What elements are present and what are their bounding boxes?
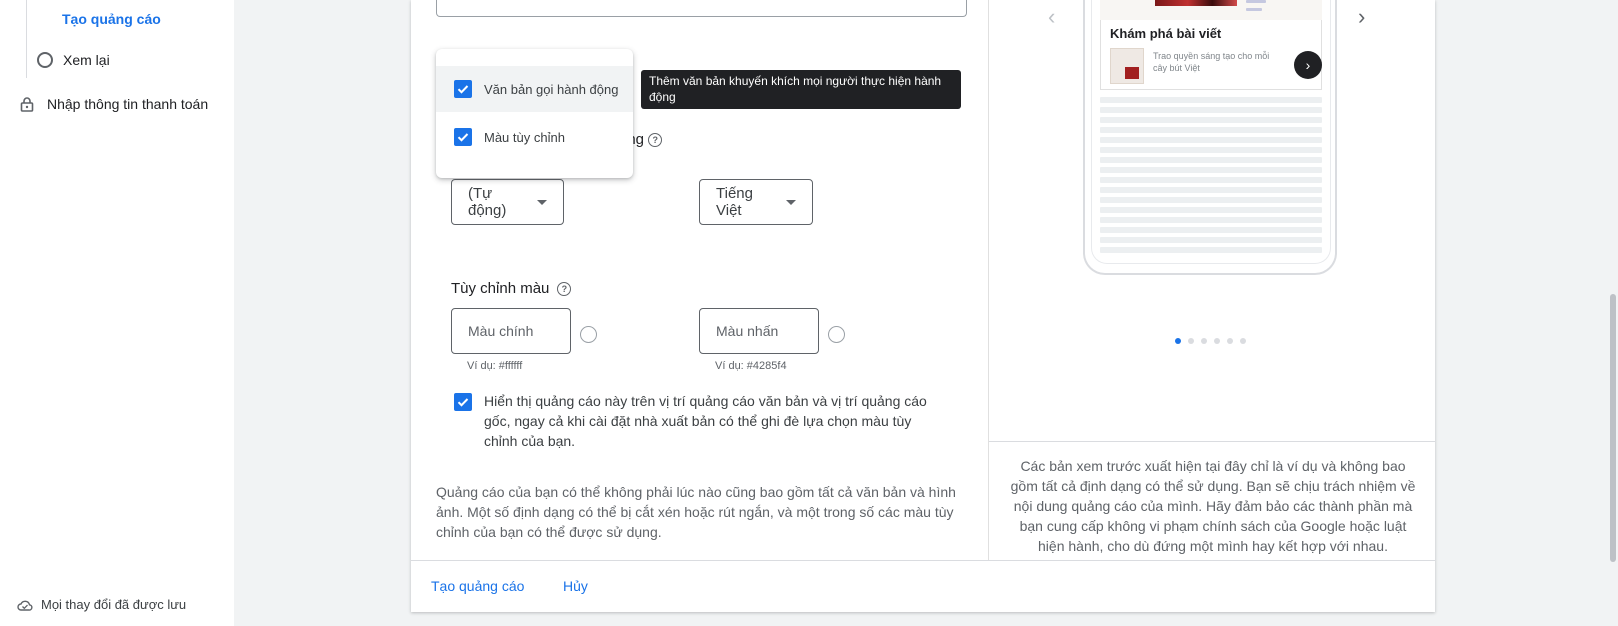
pagination-dot[interactable] bbox=[1175, 338, 1181, 344]
phone-screen: Khám phá bài viết Trao quyền sáng tạo ch… bbox=[1091, 0, 1331, 264]
left-sidebar: Tạo quảng cáo Xem lại Nhập thông tin tha… bbox=[0, 0, 234, 626]
pagination-dot[interactable] bbox=[1214, 338, 1220, 344]
color-section-title: Tùy chỉnh màu ? bbox=[451, 280, 572, 297]
placeholder-line bbox=[1100, 237, 1322, 243]
create-ad-button[interactable]: Tạo quảng cáo bbox=[431, 578, 524, 594]
cta-text-select[interactable]: (Tự động) bbox=[451, 179, 564, 225]
menu-item-custom-color-label: Màu tùy chỉnh bbox=[484, 129, 565, 145]
step-circle-icon bbox=[37, 52, 53, 68]
ad-title: Khám phá bài viết bbox=[1110, 26, 1222, 41]
main-color-hint: Ví dụ: #ffffff bbox=[467, 360, 523, 372]
language-select[interactable]: Tiếng Việt bbox=[699, 179, 813, 225]
ad-image bbox=[1100, 0, 1322, 20]
placeholder-line bbox=[1100, 107, 1322, 113]
ad-thumbnail-image bbox=[1125, 67, 1139, 79]
next-preview-icon[interactable]: › bbox=[1358, 4, 1365, 30]
main-color-placeholder: Màu chính bbox=[468, 323, 534, 339]
placeholder-line bbox=[1100, 137, 1322, 143]
custom-color-checkbox[interactable] bbox=[454, 128, 472, 146]
ad-preview-box: Khám phá bài viết Trao quyền sáng tạo ch… bbox=[1100, 20, 1322, 90]
menu-tooltip: Thêm văn bản khuyến khích mọi người thực… bbox=[641, 70, 961, 109]
sidebar-item-payment-label: Nhập thông tin thanh toán bbox=[47, 96, 209, 112]
save-status: Mọi thay đổi đã được lưu bbox=[17, 597, 186, 612]
text-input-field[interactable] bbox=[436, 0, 967, 17]
cta-text-select-value: (Tự động) bbox=[468, 185, 507, 219]
ad-format-note: Quảng cáo của bạn có thể không phải lúc … bbox=[436, 484, 956, 540]
ad-photo bbox=[1155, 0, 1237, 6]
ad-thumbnail bbox=[1110, 48, 1144, 84]
placeholder-line bbox=[1100, 177, 1322, 183]
pagination-dot[interactable] bbox=[1201, 338, 1207, 344]
placeholder-line bbox=[1100, 147, 1322, 153]
accent-color-placeholder: Màu nhấn bbox=[716, 323, 779, 339]
dropdown-arrow-icon bbox=[537, 199, 547, 205]
placeholder-line bbox=[1100, 217, 1322, 223]
options-menu: Văn bản gọi hành động Màu tùy chỉnh bbox=[436, 49, 633, 178]
placeholder-line bbox=[1100, 247, 1322, 253]
sidebar-item-review-label: Xem lại bbox=[63, 52, 110, 68]
dropdown-arrow-icon bbox=[786, 199, 796, 205]
ad-subtitle: Trao quyền sáng tạo cho mỗi cây bút Việt bbox=[1153, 51, 1270, 73]
pagination-dot[interactable] bbox=[1240, 338, 1246, 344]
page-scrollbar[interactable] bbox=[1610, 294, 1616, 562]
checkmark-icon bbox=[457, 133, 469, 142]
placeholder-line bbox=[1100, 127, 1322, 133]
placeholder-line bbox=[1100, 197, 1322, 203]
pagination-dot[interactable] bbox=[1188, 338, 1194, 344]
preview-pagination bbox=[1175, 338, 1253, 344]
preview-disclaimer: Các bản xem trước xuất hiện tại đây chỉ … bbox=[1010, 458, 1416, 554]
cloud-done-icon bbox=[17, 600, 33, 611]
arrow-right-icon: › bbox=[1294, 51, 1322, 79]
step-connector-line bbox=[26, 0, 27, 78]
accent-color-swatch[interactable] bbox=[828, 326, 845, 343]
ad-image-line bbox=[1246, 8, 1262, 11]
sidebar-item-create-ad[interactable]: Tạo quảng cáo bbox=[62, 11, 161, 27]
help-icon[interactable]: ? bbox=[648, 133, 663, 148]
accent-color-hint: Ví dụ: #4285f4 bbox=[715, 360, 787, 372]
sidebar-item-review[interactable]: Xem lại bbox=[37, 52, 110, 68]
checkmark-icon bbox=[457, 85, 469, 94]
placeholder-line bbox=[1100, 117, 1322, 123]
show-on-native-checkbox[interactable] bbox=[454, 393, 472, 411]
ad-preview-panel: ‹ › Khám phá bài viết Trao quyền sáng tạ… bbox=[989, 0, 1435, 560]
placeholder-line bbox=[1100, 97, 1322, 103]
help-icon[interactable]: ? bbox=[557, 281, 572, 296]
main-color-swatch[interactable] bbox=[580, 326, 597, 343]
color-section-title-text: Tùy chỉnh màu bbox=[451, 280, 550, 297]
accent-color-input[interactable]: Màu nhấn bbox=[699, 308, 819, 354]
cancel-button[interactable]: Hủy bbox=[563, 578, 588, 594]
previous-preview-icon[interactable]: ‹ bbox=[1048, 4, 1055, 30]
checkmark-icon bbox=[457, 398, 469, 407]
preview-divider bbox=[989, 441, 1435, 442]
save-status-label: Mọi thay đổi đã được lưu bbox=[41, 597, 187, 612]
show-on-native-label: Hiển thị quảng cáo này trên vị trí quảng… bbox=[484, 393, 927, 449]
lock-icon bbox=[20, 97, 34, 112]
placeholder-line bbox=[1100, 157, 1322, 163]
placeholder-line bbox=[1100, 227, 1322, 233]
ad-editor-card: ộng ? (Tự động) Tiếng Việt Tùy chỉnh màu… bbox=[411, 0, 1435, 612]
phone-mockup: Khám phá bài viết Trao quyền sáng tạo ch… bbox=[1083, 0, 1337, 275]
placeholder-line bbox=[1100, 167, 1322, 173]
placeholder-line bbox=[1100, 187, 1322, 193]
pagination-dot[interactable] bbox=[1227, 338, 1233, 344]
cta-text-checkbox[interactable] bbox=[454, 80, 472, 98]
language-select-value: Tiếng Việt bbox=[716, 185, 753, 219]
action-bar: Tạo quảng cáo Hủy bbox=[411, 560, 1435, 612]
menu-item-cta-text-label: Văn bản gọi hành động bbox=[484, 81, 619, 97]
menu-item-cta-text[interactable]: Văn bản gọi hành động bbox=[436, 66, 633, 112]
main-color-input[interactable]: Màu chính bbox=[451, 308, 571, 354]
menu-item-custom-color[interactable]: Màu tùy chỉnh bbox=[436, 114, 633, 160]
ad-form: ộng ? (Tự động) Tiếng Việt Tùy chỉnh màu… bbox=[411, 0, 988, 560]
placeholder-line bbox=[1100, 207, 1322, 213]
sidebar-item-payment[interactable]: Nhập thông tin thanh toán bbox=[19, 96, 208, 112]
ad-image-line bbox=[1246, 0, 1266, 3]
